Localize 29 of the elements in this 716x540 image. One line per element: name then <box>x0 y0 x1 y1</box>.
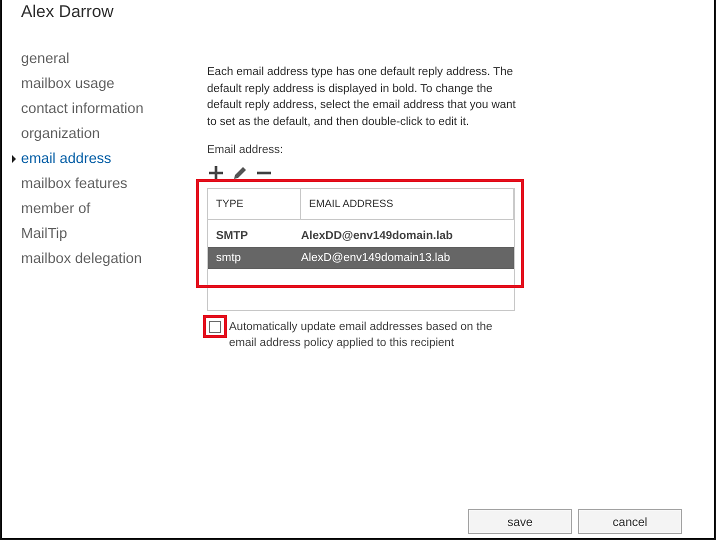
type-cell-text: smtp <box>215 252 242 264</box>
sidebar-item[interactable]: mailbox features <box>21 176 128 192</box>
sidebar-item[interactable]: MailTip <box>21 226 68 242</box>
sidebar-item[interactable]: mailbox usage <box>21 76 114 92</box>
field-label: Email address: <box>207 144 284 156</box>
address-cell-text: AlexDD@env149domain.lab <box>300 230 453 242</box>
caret-icon <box>12 155 16 163</box>
sidebar-item[interactable]: contact information <box>21 100 144 116</box>
sidebar-item[interactable]: member of <box>21 200 90 216</box>
type-cell-text: SMTP <box>215 230 249 242</box>
checkbox-label: Automatically update email addresses based on the email address policy applied to this recipient <box>229 320 494 351</box>
edit-button[interactable] <box>231 164 249 182</box>
sidebar-item[interactable]: general <box>21 50 70 66</box>
sidebar-item[interactable]: email address <box>21 150 112 166</box>
column-header[interactable]: EMAIL ADDRESS <box>301 189 514 219</box>
table-row[interactable]: smtp AlexD@env149domain13.lab <box>208 247 514 269</box>
window-title: Alex Darrow <box>20 1 115 23</box>
save-button[interactable]: save <box>468 509 572 534</box>
address-cell-text: AlexD@env149domain13.lab <box>300 252 450 264</box>
sidebar-item[interactable]: organization <box>21 126 100 142</box>
table-row[interactable]: SMTP AlexDD@env149domain.lab <box>208 225 514 247</box>
description-text: Each email address type has one default reply address. The default reply address is displayed in bold. To change the default reply address, select the email address that you want to set as the default, and then double-click to edit it. <box>207 65 517 130</box>
column-header[interactable]: TYPE <box>208 189 301 219</box>
sidebar-item[interactable]: mailbox delegation <box>21 250 142 266</box>
plus-icon <box>209 166 223 180</box>
cancel-button[interactable]: cancel <box>578 509 682 534</box>
pencil-icon <box>233 166 247 180</box>
checkbox[interactable] <box>209 321 221 333</box>
add-button[interactable] <box>207 164 225 182</box>
